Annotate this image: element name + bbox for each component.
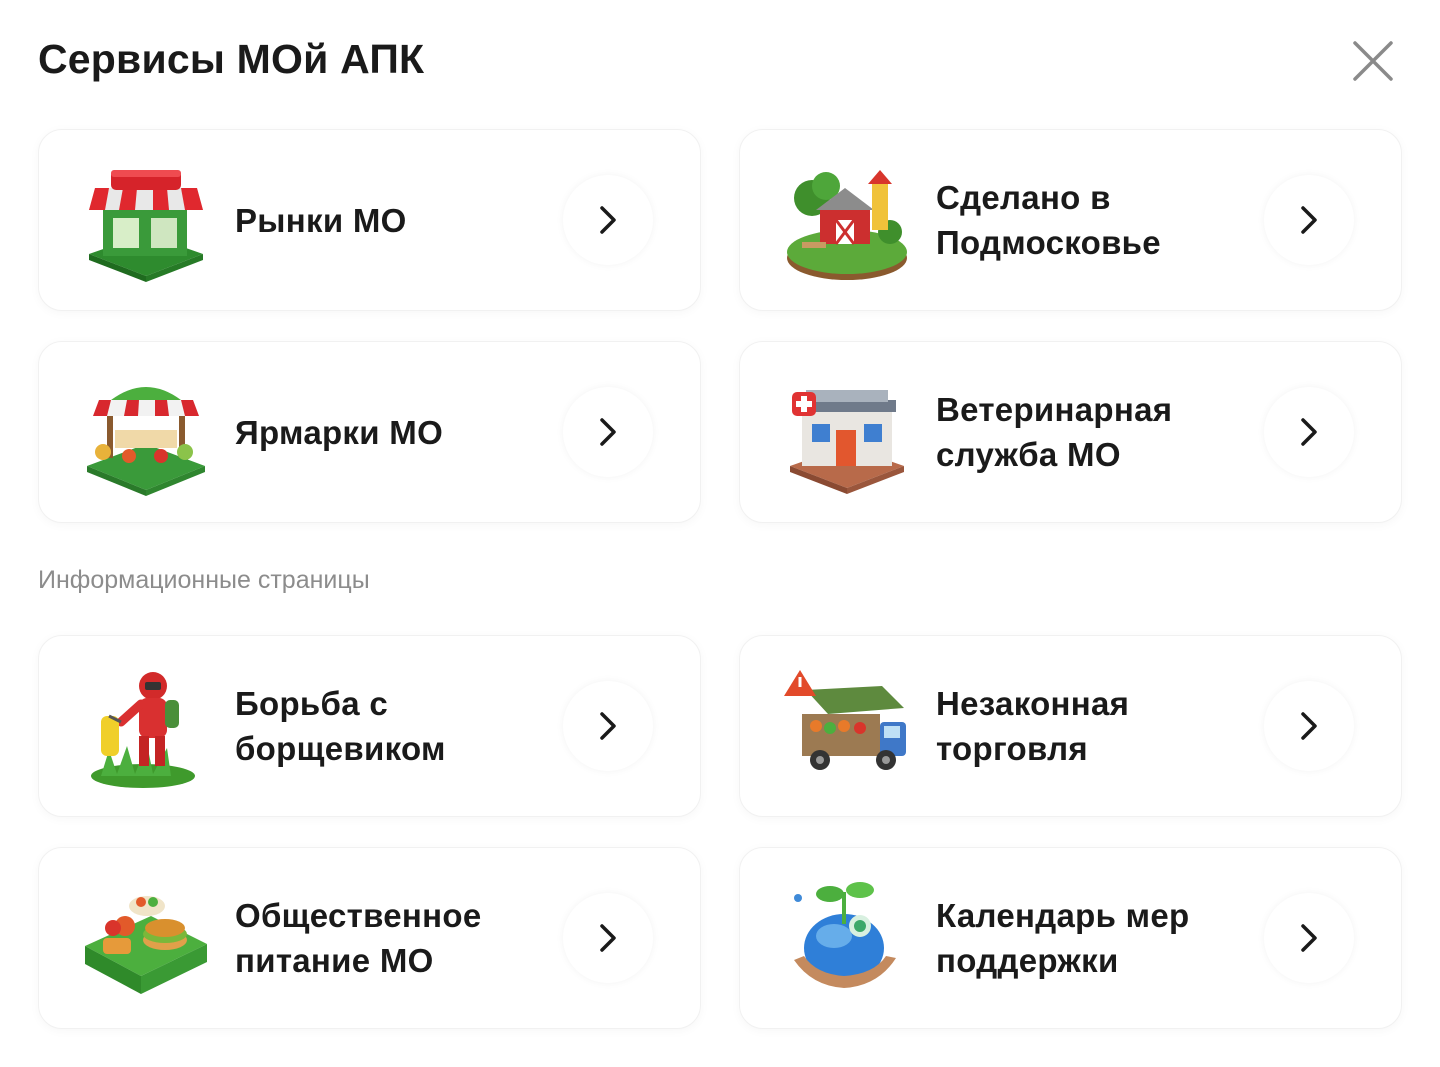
page-title: Сервисы МОй АПК <box>38 36 425 82</box>
service-label: Сделано в Подмосковье <box>936 179 1161 261</box>
illegal-truck-icon <box>782 664 912 790</box>
service-card-fairs[interactable]: Ярмарки МО <box>38 341 701 523</box>
service-label: Борьба с борщевиком <box>235 685 446 767</box>
info-card-hogweed[interactable]: Борьба с борщевиком <box>38 635 701 817</box>
chevron-right-icon <box>1301 206 1317 234</box>
open-arrow-button[interactable] <box>563 893 653 983</box>
sprayer-worker-icon <box>81 664 211 790</box>
service-label: Календарь мер поддержки <box>936 897 1190 979</box>
market-stall-icon <box>81 158 211 284</box>
service-card-veterinary[interactable]: Ветеринарная служба МО <box>739 341 1402 523</box>
open-arrow-button[interactable] <box>563 681 653 771</box>
open-arrow-button[interactable] <box>1264 387 1354 477</box>
service-card-made-in-podmoskovye[interactable]: Сделано в Подмосковье <box>739 129 1402 311</box>
info-card-catering[interactable]: Общественное питание МО <box>38 847 701 1029</box>
service-label: Незаконная торговля <box>936 685 1130 767</box>
vet-clinic-icon <box>782 370 912 496</box>
chevron-right-icon <box>600 206 616 234</box>
food-tray-icon <box>81 876 211 1002</box>
fair-stall-icon <box>81 370 211 496</box>
chevron-right-icon <box>600 924 616 952</box>
section-label-info-pages: Информационные страницы <box>38 566 370 594</box>
info-card-support-calendar[interactable]: Календарь мер поддержки <box>739 847 1402 1029</box>
service-card-markets[interactable]: Рынки МО <box>38 129 701 311</box>
chevron-right-icon <box>1301 418 1317 446</box>
services-page: Сервисы МОй АПК Рынки МО Сделано в Подмо… <box>0 0 1440 1067</box>
open-arrow-button[interactable] <box>1264 681 1354 771</box>
chevron-right-icon <box>600 712 616 740</box>
service-label: Ярмарки МО <box>235 413 444 451</box>
info-card-illegal-trade[interactable]: Незаконная торговля <box>739 635 1402 817</box>
support-hands-icon <box>782 876 912 1002</box>
open-arrow-button[interactable] <box>1264 175 1354 265</box>
close-icon <box>1353 41 1393 81</box>
open-arrow-button[interactable] <box>1264 893 1354 983</box>
open-arrow-button[interactable] <box>563 387 653 477</box>
service-label: Рынки МО <box>235 201 407 239</box>
service-label: Ветеринарная служба МО <box>936 391 1173 473</box>
service-label: Общественное питание МО <box>235 897 482 979</box>
close-button[interactable] <box>1346 34 1400 88</box>
chevron-right-icon <box>600 418 616 446</box>
farm-barn-icon <box>782 158 912 284</box>
chevron-right-icon <box>1301 924 1317 952</box>
open-arrow-button[interactable] <box>563 175 653 265</box>
chevron-right-icon <box>1301 712 1317 740</box>
